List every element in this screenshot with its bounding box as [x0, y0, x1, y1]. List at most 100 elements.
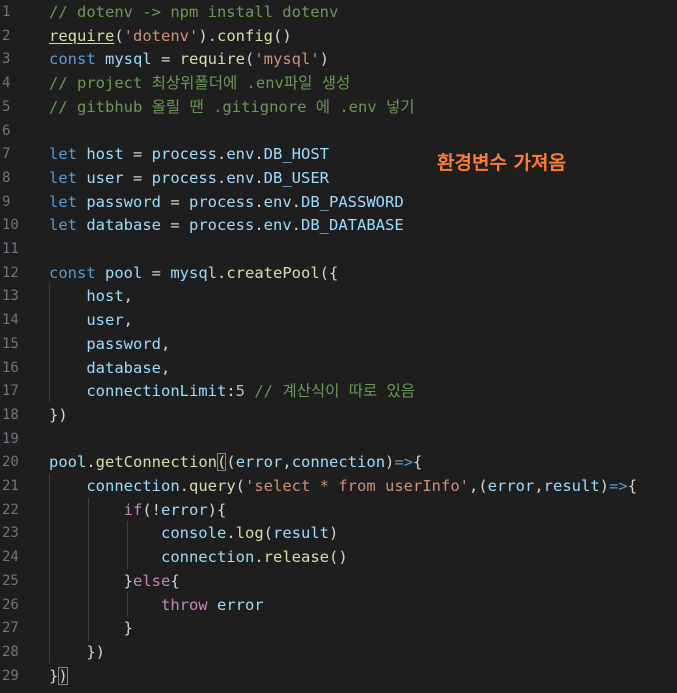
code-text[interactable]: password,: [49, 333, 170, 357]
code-text[interactable]: user,: [49, 309, 133, 333]
code-text[interactable]: // project 최상위폴더에 .env파일 생성: [49, 72, 350, 96]
line-number: 10: [2, 217, 19, 234]
code-line[interactable]: 7 let host = process.env.DB_HOST: [0, 143, 677, 167]
code-line[interactable]: 14 user,: [0, 309, 677, 333]
code-token: ,: [123, 287, 133, 306]
code-token: .: [86, 453, 96, 472]
code-line[interactable]: 15 password,: [0, 333, 677, 357]
code-text[interactable]: const mysql = require('mysql'): [49, 48, 329, 72]
code-text[interactable]: }else{: [49, 570, 180, 594]
code-token: host: [86, 145, 124, 164]
code-line[interactable]: 26 throw error: [0, 594, 677, 618]
code-token: {: [627, 477, 638, 495]
code-line[interactable]: 11: [0, 238, 677, 262]
code-token: log: [235, 524, 264, 543]
code-line[interactable]: 20 pool.getConnection((error,connection)=…: [0, 451, 677, 475]
code-token: ({: [319, 263, 339, 282]
code-line[interactable]: 28 }): [0, 641, 677, 665]
code-token: }: [123, 619, 133, 638]
code-line[interactable]: 18}): [0, 404, 677, 428]
code-line[interactable]: 22 if(!error){: [0, 499, 677, 523]
code-token: ): [385, 453, 395, 472]
code-token: query: [189, 477, 236, 495]
code-token: release: [263, 548, 329, 567]
code-text[interactable]: // dotenv -> npm install dotenv: [49, 1, 338, 25]
code-token: 'mysql': [254, 50, 320, 69]
code-text[interactable]: throw error: [49, 594, 264, 618]
code-text[interactable]: if(!error){: [49, 499, 227, 523]
code-line[interactable]: 17 connectionLimit:5 // 계산식이 따로 있음: [0, 380, 677, 404]
code-line[interactable]: 1 // dotenv -> npm install dotenv: [0, 1, 677, 25]
code-line[interactable]: 8 let user = process.env.DB_USER: [0, 167, 677, 191]
code-token: error: [161, 500, 208, 519]
code-token: error: [216, 595, 264, 614]
code-token: // 계산식이 따로 있음: [245, 382, 416, 401]
code-line[interactable]: 6: [0, 120, 677, 144]
code-text[interactable]: let password = process.env.DB_PASSWORD: [49, 191, 404, 215]
line-number: 1: [2, 4, 11, 20]
code-token: .: [254, 548, 264, 567]
code-line[interactable]: 12 const pool = mysql.createPool({: [0, 262, 677, 286]
code-line[interactable]: 16 database,: [0, 357, 677, 381]
code-line[interactable]: 3 const mysql = require('mysql'): [0, 48, 677, 72]
code-text[interactable]: host,: [49, 285, 133, 309]
code-line[interactable]: 25 }else{: [0, 570, 677, 594]
code-token: database: [86, 216, 161, 235]
code-text[interactable]: const pool = mysql.createPool({: [49, 262, 338, 286]
line-number: 16: [2, 359, 19, 376]
line-number: 5: [2, 98, 11, 115]
code-token: let: [49, 192, 87, 211]
code-token: mysql: [105, 50, 152, 69]
code-text[interactable]: console.log(result): [49, 522, 338, 546]
code-token: createPool: [226, 263, 320, 282]
code-text[interactable]: }): [49, 665, 68, 689]
code-line[interactable]: 19: [0, 428, 677, 452]
code-token: (: [226, 453, 236, 472]
line-number: 27: [2, 620, 19, 637]
code-token: (: [114, 26, 124, 45]
code-line[interactable]: 4 // project 최상위폴더에 .env파일 생성: [0, 72, 677, 96]
code-line[interactable]: 5 // gitbhub 올릴 땐 .gitignore 에 .env 넣기: [0, 96, 677, 120]
code-token: (: [263, 524, 273, 543]
code-token: ,: [282, 453, 292, 472]
code-line[interactable]: 2 require('dotenv').config(): [0, 25, 677, 49]
code-text[interactable]: let user = process.env.DB_USER: [49, 167, 329, 191]
code-text[interactable]: connectionLimit:5 // 계산식이 따로 있음: [49, 380, 415, 404]
code-text[interactable]: let database = process.env.DB_DATABASE: [49, 214, 404, 238]
code-text[interactable]: }: [49, 617, 133, 641]
code-text[interactable]: let host = process.env.DB_HOST: [49, 143, 329, 167]
code-token: connection: [291, 453, 386, 472]
code-token: {: [413, 453, 423, 472]
code-text[interactable]: }): [49, 404, 68, 428]
code-text[interactable]: require('dotenv').config(): [49, 25, 292, 49]
code-line[interactable]: 13 host,: [0, 285, 677, 309]
code-line[interactable]: 24 connection.release(): [0, 546, 677, 570]
code-token: DB_DATABASE: [301, 216, 404, 235]
code-text[interactable]: connection.release(): [49, 546, 348, 570]
code-line[interactable]: 10 let database = process.env.DB_DATABASE: [0, 214, 677, 238]
code-editor[interactable]: 1 // dotenv -> npm install dotenv 2 require…: [0, 0, 677, 693]
code-token: pool: [49, 453, 87, 472]
code-token: (: [245, 50, 255, 69]
code-token: ,: [123, 311, 133, 330]
code-line[interactable]: 29}): [0, 665, 677, 689]
code-line[interactable]: 23 console.log(result): [0, 522, 677, 546]
code-token: (!: [142, 500, 161, 519]
code-line[interactable]: 27 }: [0, 617, 677, 641]
code-line[interactable]: 21 connection.query('select * from userI…: [0, 475, 677, 499]
code-token: ): [319, 50, 330, 69]
line-number: 7: [2, 146, 11, 163]
code-text[interactable]: }): [49, 641, 105, 665]
code-line[interactable]: 9 let password = process.env.DB_PASSWORD: [0, 191, 677, 215]
line-number: 24: [2, 549, 19, 566]
code-text[interactable]: // gitbhub 올릴 땐 .gitignore 에 .env 넣기: [49, 96, 415, 120]
code-text[interactable]: connection.query('select * from userInfo…: [49, 475, 637, 499]
code-text[interactable]: pool.getConnection((error,connection)=>{: [49, 451, 422, 475]
code-text[interactable]: database,: [49, 357, 170, 381]
